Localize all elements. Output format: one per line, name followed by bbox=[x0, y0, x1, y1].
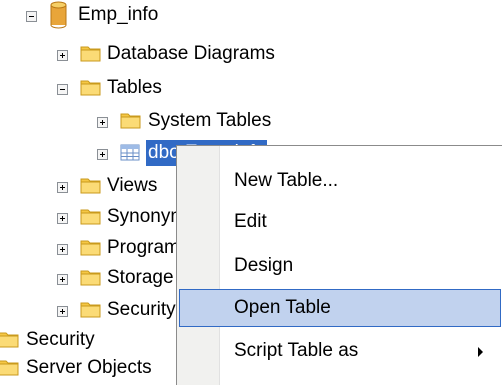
folder-icon bbox=[80, 80, 101, 96]
submenu-arrow-icon bbox=[478, 347, 483, 357]
context-menu: New Table... Edit Design Open Table Scri… bbox=[176, 145, 502, 385]
tree-label: Tables bbox=[107, 77, 162, 98]
folder-icon bbox=[80, 178, 101, 194]
tree-node-tables[interactable]: Tables bbox=[0, 75, 300, 105]
expand-icon[interactable] bbox=[57, 244, 68, 255]
folder-icon bbox=[120, 113, 141, 129]
folder-icon bbox=[80, 209, 101, 225]
database-icon bbox=[50, 1, 67, 29]
folder-icon bbox=[0, 360, 19, 376]
folder-icon bbox=[80, 240, 101, 256]
folder-icon bbox=[80, 46, 101, 62]
expand-icon[interactable] bbox=[57, 213, 68, 224]
expand-icon[interactable] bbox=[97, 117, 108, 128]
menu-item-new-table[interactable]: New Table... bbox=[177, 161, 502, 201]
menu-item-open-table[interactable]: Open Table bbox=[177, 288, 502, 328]
folder-icon bbox=[0, 332, 19, 348]
menu-item-label: New Table... bbox=[234, 170, 339, 191]
tree-node-server-objects[interactable]: Server Objects bbox=[0, 355, 180, 385]
menu-item-label: Design bbox=[234, 255, 294, 276]
menu-item-label: Open Table bbox=[234, 297, 331, 318]
tree-label: Emp_info bbox=[78, 4, 159, 25]
expand-icon[interactable] bbox=[97, 149, 108, 160]
expand-icon[interactable] bbox=[57, 274, 68, 285]
tree-node-synonyms[interactable]: Synonyms bbox=[0, 204, 196, 234]
collapse-icon[interactable] bbox=[26, 11, 37, 22]
tree-label: Views bbox=[107, 175, 158, 196]
expand-icon[interactable] bbox=[57, 182, 68, 193]
tree-node-storage[interactable]: Storage bbox=[0, 265, 180, 295]
expand-icon[interactable] bbox=[57, 306, 68, 317]
expand-icon[interactable] bbox=[57, 50, 68, 61]
tree-node-views[interactable]: Views bbox=[0, 173, 180, 203]
folder-icon bbox=[80, 270, 101, 286]
menu-item-script-table-as[interactable]: Script Table as bbox=[177, 331, 502, 371]
tree-node-security[interactable]: Security bbox=[0, 327, 180, 357]
tree-label: Storage bbox=[107, 267, 174, 288]
tree-label: Database Diagrams bbox=[107, 43, 275, 64]
table-icon bbox=[120, 144, 140, 161]
menu-item-edit[interactable]: Edit bbox=[177, 202, 502, 242]
tree-node-db-security[interactable]: Security bbox=[0, 297, 180, 327]
tree-node-programmability[interactable]: Programmability bbox=[0, 235, 244, 265]
tree-label: Server Objects bbox=[26, 357, 152, 378]
tree-label: Security bbox=[26, 329, 95, 350]
menu-item-design[interactable]: Design bbox=[177, 246, 502, 286]
menu-item-label: Edit bbox=[234, 211, 267, 232]
tree-node-database[interactable]: Emp_info bbox=[0, 1, 300, 32]
folder-icon bbox=[80, 302, 101, 318]
menu-item-highlight bbox=[179, 289, 501, 327]
tree-node-system-tables[interactable]: System Tables bbox=[0, 108, 320, 138]
tree-label: Security bbox=[107, 299, 176, 320]
menu-item-label: Script Table as bbox=[234, 340, 359, 361]
tree-node-database-diagrams[interactable]: Database Diagrams bbox=[0, 41, 330, 71]
tree-label: System Tables bbox=[148, 110, 272, 131]
collapse-icon[interactable] bbox=[57, 84, 68, 95]
